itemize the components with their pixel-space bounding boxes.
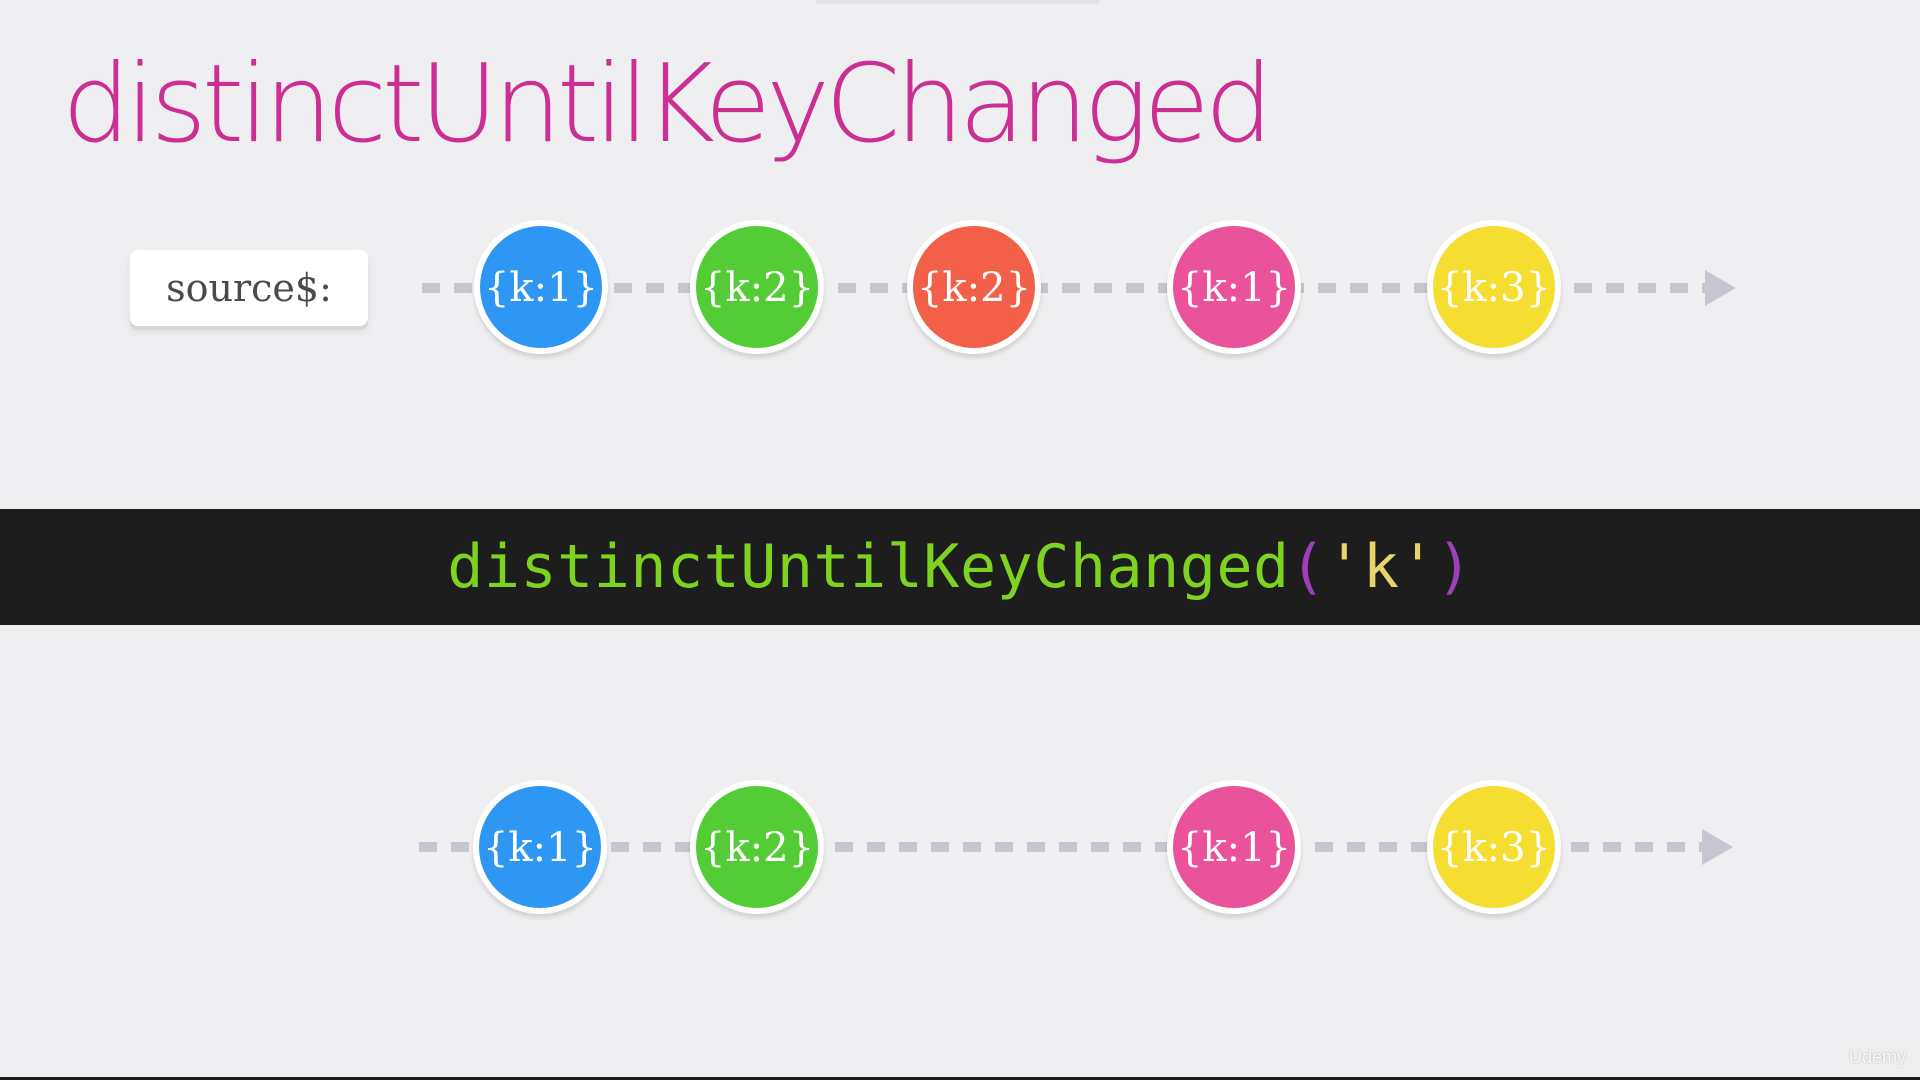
source-marble-label: {k:2} (917, 265, 1031, 311)
source-marble: {k:1} (1167, 220, 1301, 354)
output-marble-label: {k:1} (1177, 825, 1291, 871)
operator-name: distinctUntilKeyChanged (447, 532, 1290, 602)
operator-code: distinctUntilKeyChanged('k') (447, 532, 1472, 602)
operator-band: distinctUntilKeyChanged('k') (0, 509, 1920, 625)
output-timeline: {k:1} {k:2} {k:1} {k:3} (419, 780, 1733, 914)
output-marble-label: {k:1} (483, 825, 597, 871)
source-marble-label: {k:1} (484, 265, 598, 311)
source-marble-label: {k:2} (700, 265, 814, 311)
source-marble-label: {k:3} (1437, 265, 1551, 311)
output-timeline-arrow-icon (1702, 829, 1733, 865)
source-marble: {k:3} (1427, 220, 1561, 354)
operator-open-paren: ( (1289, 532, 1327, 602)
output-marble: {k:2} (690, 780, 824, 914)
source-timeline: {k:1} {k:2} {k:2} {k:1} {k:3} (422, 220, 1736, 354)
source-marble: {k:2} (907, 220, 1041, 354)
source-label: source$: (130, 250, 368, 326)
source-marble-label: {k:1} (1177, 265, 1291, 311)
operator-close-paren: ) (1436, 532, 1473, 602)
source-marble: {k:1} (474, 220, 608, 354)
output-marble: {k:3} (1427, 780, 1561, 914)
source-timeline-arrow-icon (1705, 270, 1736, 306)
udemy-watermark: Udemy (1848, 1047, 1906, 1067)
source-marble: {k:2} (690, 220, 824, 354)
operator-argument: 'k' (1326, 532, 1437, 602)
output-marble: {k:1} (1167, 780, 1301, 914)
output-marble: {k:1} (473, 780, 607, 914)
output-marble-label: {k:3} (1437, 825, 1551, 871)
output-marble-label: {k:2} (700, 825, 814, 871)
